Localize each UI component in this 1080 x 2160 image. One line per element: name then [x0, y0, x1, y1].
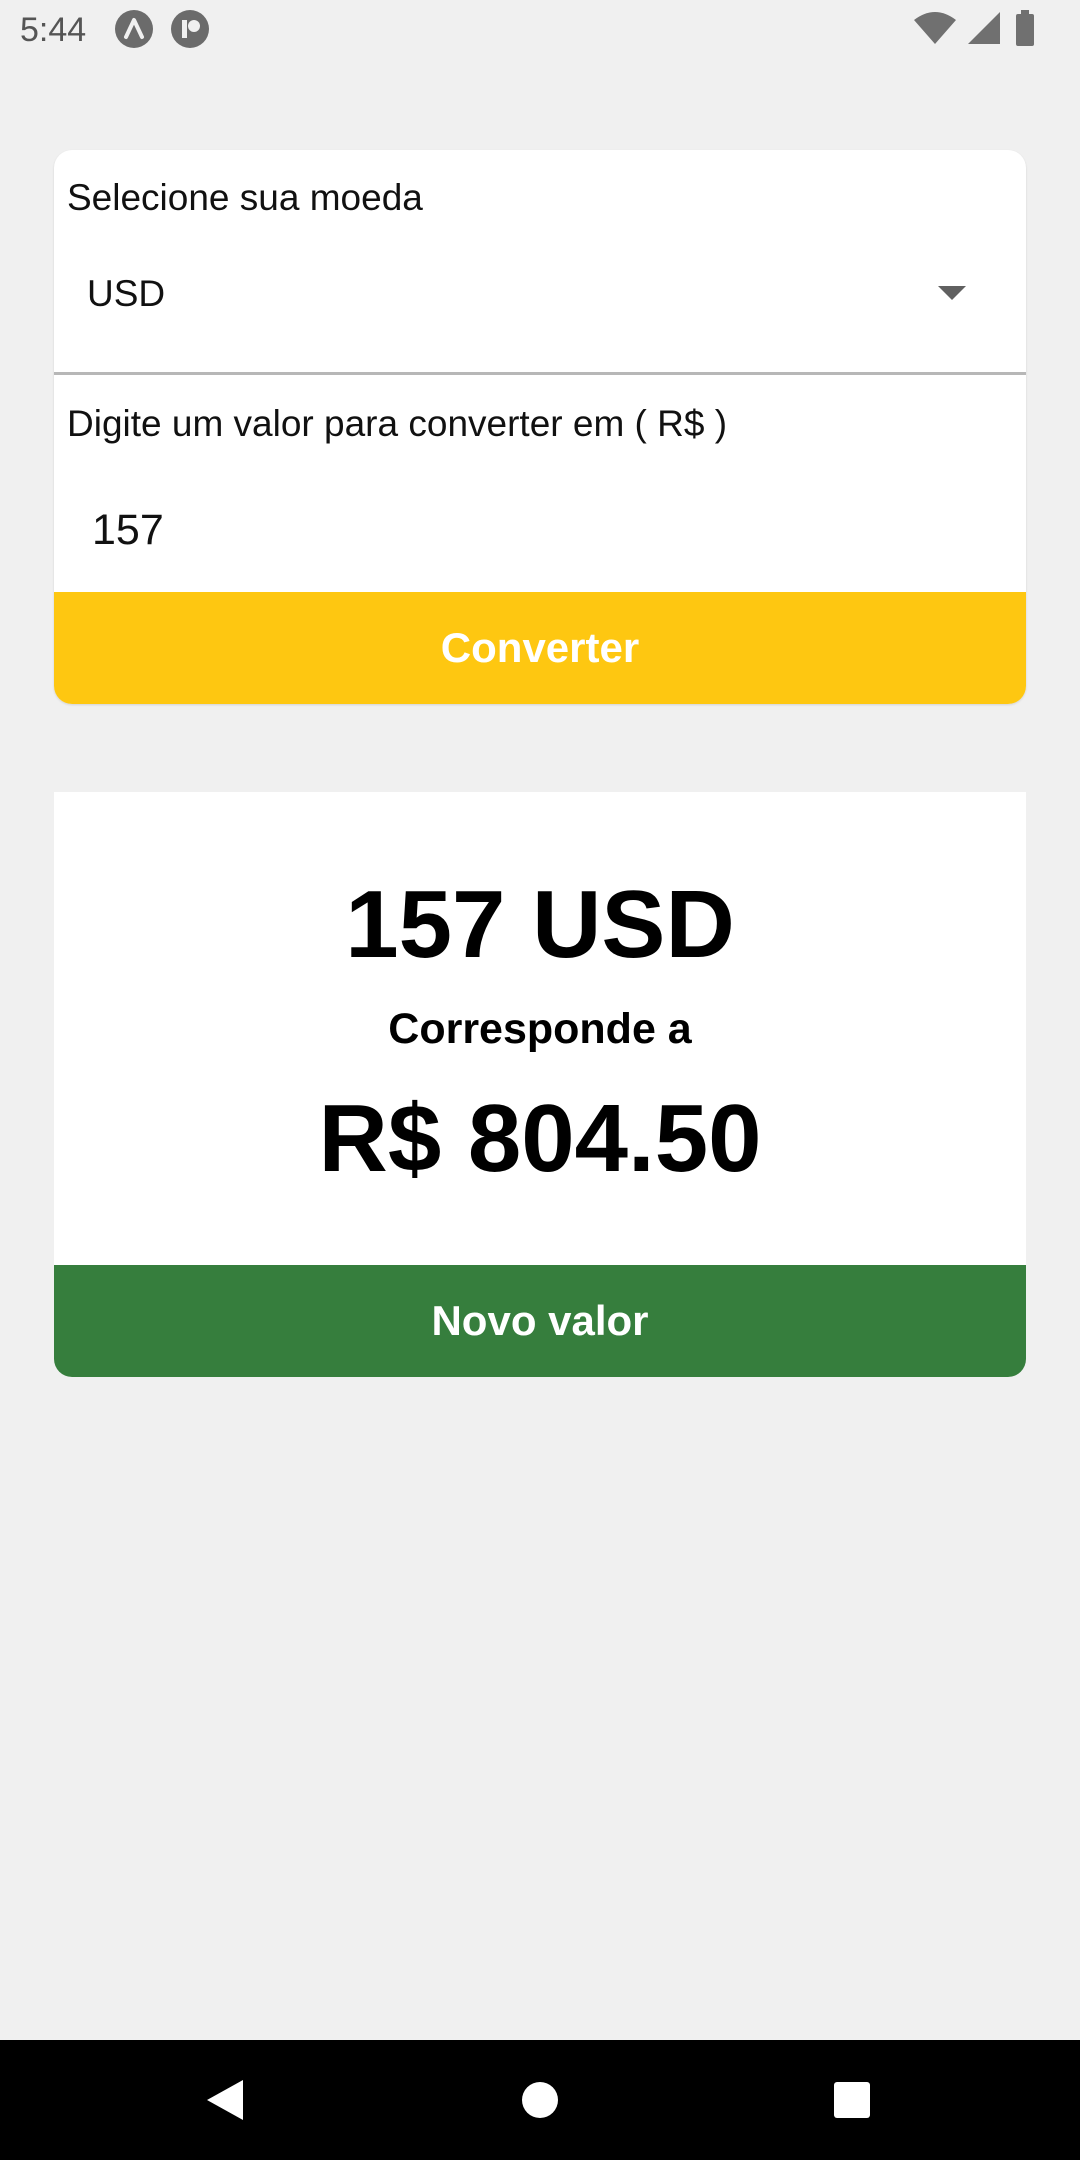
home-button[interactable] [480, 2040, 600, 2160]
amount-input[interactable] [54, 480, 1026, 580]
divider [54, 372, 1026, 375]
battery-icon [1016, 10, 1034, 46]
amount-label: Digite um valor para converter em ( R$ ) [67, 403, 728, 444]
recents-button[interactable] [792, 2040, 912, 2160]
currency-select[interactable]: USD [54, 250, 1026, 338]
signal-icon [968, 12, 1000, 44]
currency-selected-value: USD [87, 273, 166, 314]
navigation-bar [0, 2040, 1080, 2160]
wifi-icon [914, 12, 956, 44]
app-notification-icon [115, 10, 153, 48]
converter-card: Selecione sua moeda USD Digite um valor … [54, 150, 1026, 704]
status-time: 5:44 [20, 11, 87, 49]
result-card: 157 USD Corresponde a R$ 804.50 Novo val… [54, 792, 1026, 1377]
currency-label: Selecione sua moeda [67, 177, 423, 218]
new-value-button[interactable]: Novo valor [54, 1265, 1026, 1377]
back-icon [207, 2080, 243, 2120]
result-caption: Corresponde a [388, 1005, 692, 1053]
recents-icon [834, 2082, 870, 2118]
home-icon [522, 2082, 558, 2118]
result-amount: 157 USD [345, 871, 735, 978]
app-notification-icon [171, 10, 209, 48]
chevron-down-icon [938, 286, 966, 300]
back-button[interactable] [165, 2040, 285, 2160]
status-icons [914, 10, 1064, 48]
convert-button[interactable]: Converter [54, 592, 1026, 704]
status-bar: 5:44 [0, 0, 1080, 62]
result-value: R$ 804.50 [318, 1085, 762, 1192]
